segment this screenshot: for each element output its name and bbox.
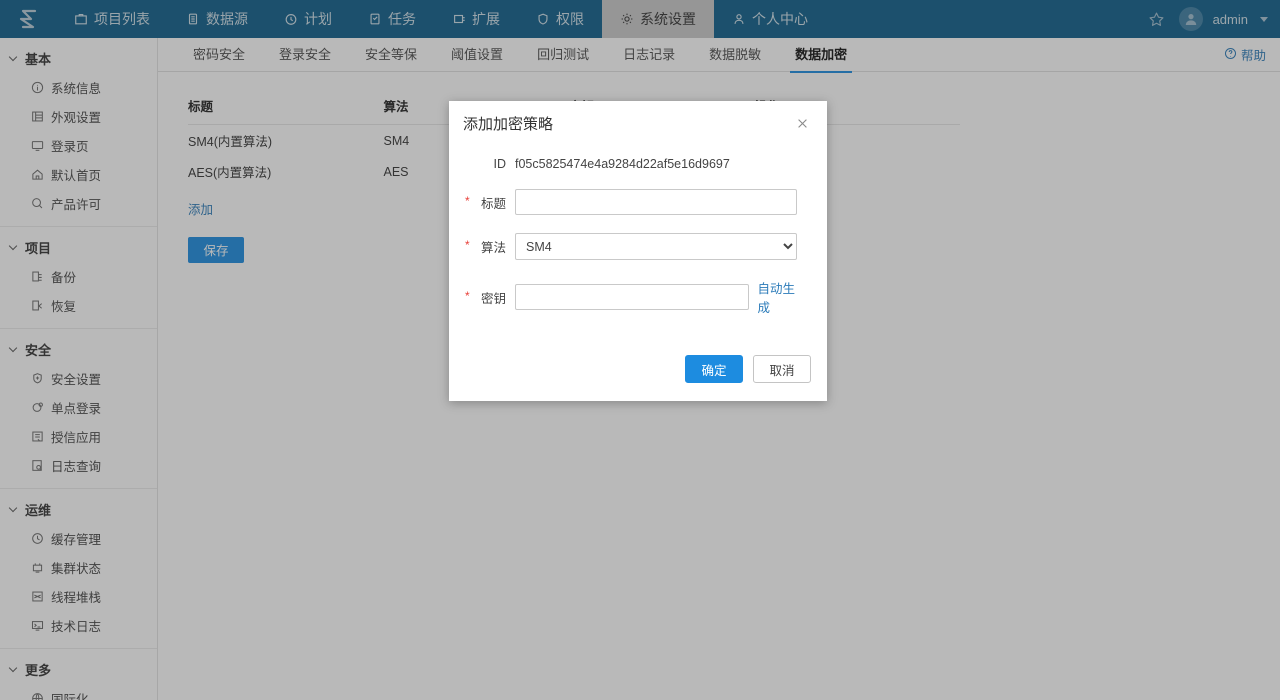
dialog-header: 添加加密策略 bbox=[449, 101, 827, 145]
dialog-body: ID f05c5825474e4a9284d22af5e16d9697 标题 算… bbox=[449, 145, 827, 316]
id-value: f05c5825474e4a9284d22af5e16d9697 bbox=[515, 157, 730, 171]
algorithm-select[interactable]: SM4 AES bbox=[515, 233, 797, 260]
field-row-title: 标题 bbox=[457, 189, 807, 215]
confirm-button[interactable]: 确定 bbox=[685, 355, 743, 383]
dialog-title: 添加加密策略 bbox=[463, 115, 554, 133]
title-input[interactable] bbox=[515, 189, 797, 215]
cancel-button[interactable]: 取消 bbox=[753, 355, 811, 383]
key-label: 密钥 bbox=[457, 288, 515, 307]
field-row-algorithm: 算法 SM4 AES bbox=[457, 233, 807, 260]
auto-generate-link[interactable]: 自动生成 bbox=[758, 278, 807, 316]
field-row-id: ID f05c5825474e4a9284d22af5e16d9697 bbox=[457, 157, 807, 171]
id-label: ID bbox=[493, 157, 507, 171]
algorithm-label: 算法 bbox=[457, 237, 515, 256]
title-label: 标题 bbox=[457, 193, 515, 212]
add-encryption-policy-dialog: 添加加密策略 ID f05c5825474e4a9284d22af5e16d96… bbox=[449, 101, 827, 401]
dialog-footer: 确定 取消 bbox=[449, 355, 827, 383]
field-row-key: 密钥 自动生成 bbox=[457, 278, 807, 316]
key-input[interactable] bbox=[515, 284, 749, 310]
close-icon[interactable] bbox=[793, 114, 811, 132]
